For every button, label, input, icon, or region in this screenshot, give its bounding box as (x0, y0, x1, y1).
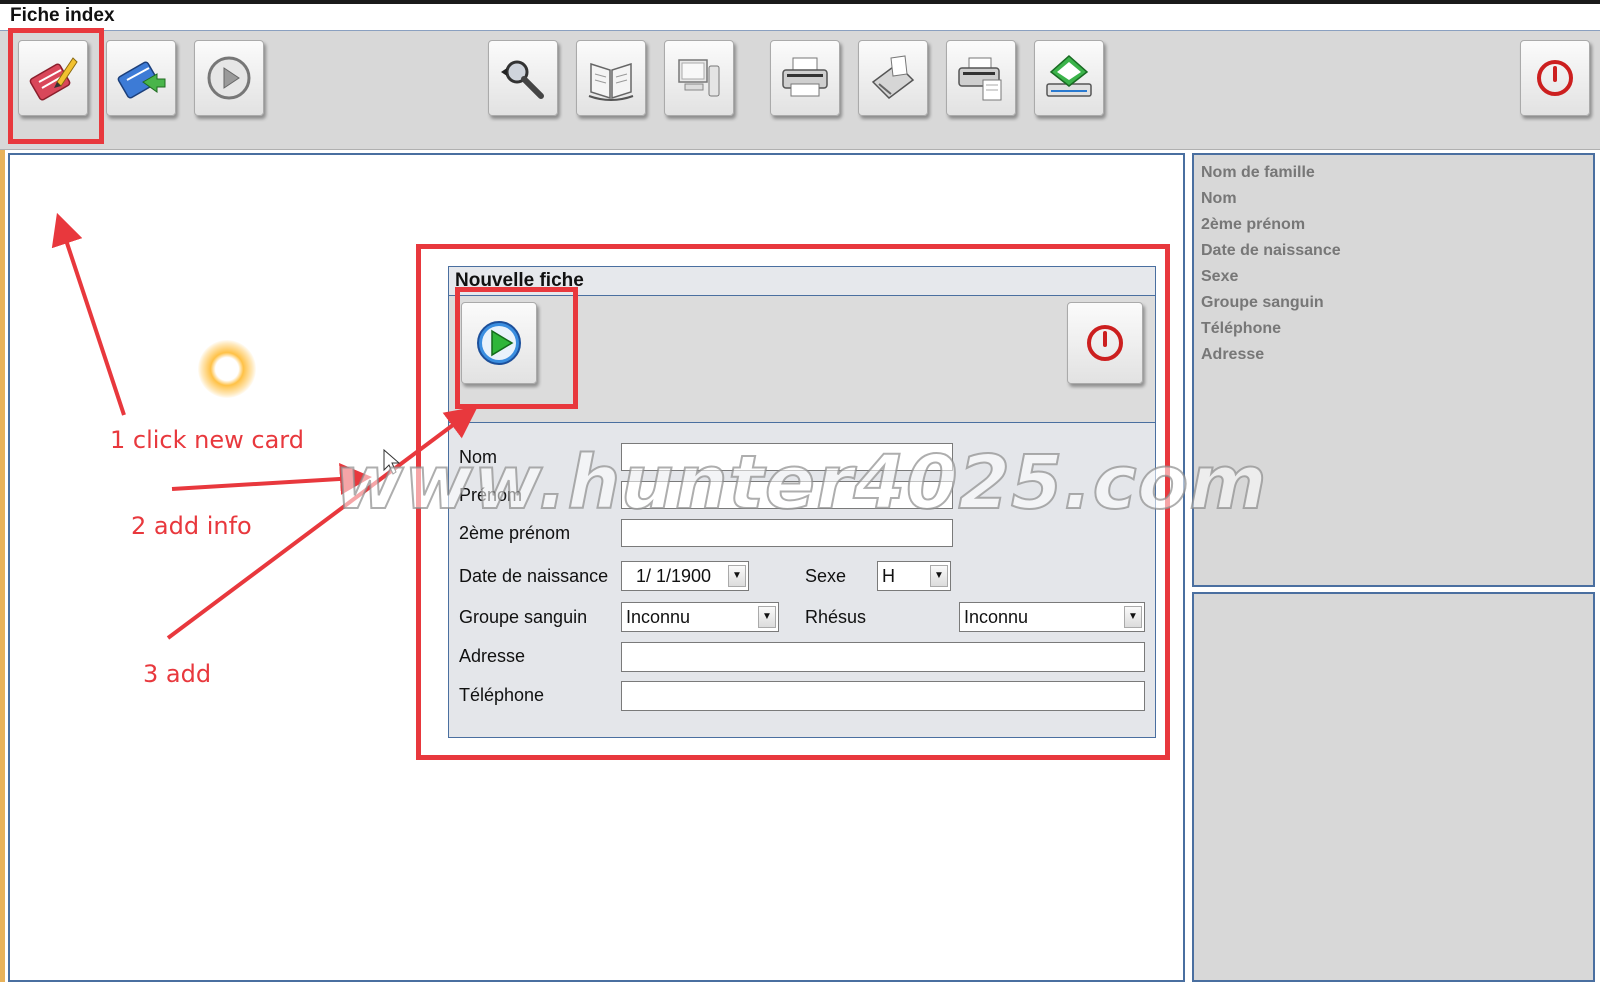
groupe-sanguin-value: Inconnu (626, 607, 691, 627)
computer-icon (678, 59, 720, 97)
date-naissance-label: Date de naissance (459, 566, 609, 586)
field-label-sexe: Sexe (1201, 268, 1239, 285)
top-edge (0, 0, 1600, 4)
book-button[interactable] (576, 40, 646, 116)
play-grey-icon (207, 56, 251, 100)
close-dialog-button[interactable] (1067, 302, 1143, 384)
search-button[interactable] (488, 40, 558, 116)
chevron-down-icon[interactable]: ▼ (1124, 606, 1142, 628)
nom-label: Nom (459, 447, 498, 467)
new-card-form: Nom Prénom 2ème prénom Date de naissance… (449, 423, 1155, 737)
field-label-adresse: Adresse (1201, 346, 1265, 363)
field-label-groupe-sanguin: Groupe sanguin (1201, 294, 1324, 311)
deuxieme-prenom-input[interactable] (621, 519, 953, 547)
scanner-icon (1046, 54, 1092, 97)
date-naissance-value: 1/ 1/1900 (636, 566, 712, 586)
prenom-label: Prénom (459, 485, 523, 505)
telephone-label: Téléphone (459, 685, 545, 705)
chevron-down-icon[interactable]: ▼ (930, 565, 948, 587)
power-button[interactable] (1520, 40, 1590, 116)
annotation-step-3: 3 add (143, 660, 212, 688)
chevron-down-icon[interactable]: ▼ (758, 606, 776, 628)
annotation-step-2: 2 add info (131, 512, 252, 540)
adresse-label: Adresse (459, 646, 526, 666)
rhesus-select[interactable]: Inconnu ▼ (959, 602, 1145, 632)
dialog-title: Nouvelle fiche (449, 267, 1155, 296)
sexe-value: H (882, 566, 895, 586)
power-icon (1537, 60, 1573, 96)
sexe-select[interactable]: H ▼ (877, 561, 951, 591)
chevron-down-icon[interactable]: ▼ (728, 565, 746, 587)
pencil-card-icon (29, 57, 78, 101)
date-naissance-picker[interactable]: 1/ 1/1900 ▼ (621, 561, 749, 591)
annotation-step-1: 1 click new card (110, 426, 304, 454)
printer-icon (782, 57, 828, 97)
magnifier-icon (501, 60, 544, 99)
groupe-sanguin-select[interactable]: Inconnu ▼ (621, 602, 779, 632)
nom-input[interactable] (621, 443, 953, 471)
detail-panel (1192, 592, 1595, 982)
adresse-input[interactable] (621, 642, 1145, 672)
dialog-toolbar (449, 296, 1155, 423)
telephone-input[interactable] (621, 681, 1145, 711)
prenom-input[interactable] (621, 481, 953, 509)
field-list-panel: Nom de famille Nom 2ème prénom Date de n… (1192, 153, 1595, 587)
fax-icon (871, 55, 915, 99)
card-arrow-icon (117, 61, 166, 99)
edit-card-button[interactable] (106, 40, 176, 116)
rhesus-value: Inconnu (964, 607, 1029, 627)
print-preview-button[interactable] (946, 40, 1016, 116)
open-book-icon (588, 62, 634, 101)
scanner-button[interactable] (1034, 40, 1104, 116)
play-button[interactable] (194, 40, 264, 116)
field-label-deuxieme-prenom: 2ème prénom (1201, 216, 1306, 233)
new-card-dialog: Nouvelle fiche Nom Prénom 2ème prénom Da… (448, 266, 1156, 738)
sexe-label: Sexe (805, 566, 847, 586)
new-card-button[interactable] (18, 40, 88, 116)
window-title: Fiche index (10, 5, 115, 26)
field-label-telephone: Téléphone (1201, 320, 1282, 337)
computer-button[interactable] (664, 40, 734, 116)
cursor-highlight (198, 340, 256, 398)
print-button[interactable] (770, 40, 840, 116)
fax-button[interactable] (858, 40, 928, 116)
play-green-icon (477, 321, 521, 365)
field-label-nom: Nom (1201, 190, 1237, 207)
field-label-date-naissance: Date de naissance (1201, 242, 1341, 259)
rhesus-label: Rhésus (805, 607, 867, 627)
add-record-button[interactable] (461, 302, 537, 384)
power-icon (1087, 325, 1123, 361)
deuxieme-prenom-label: 2ème prénom (459, 523, 571, 543)
left-accent-bar (0, 150, 5, 982)
groupe-sanguin-label: Groupe sanguin (459, 607, 588, 627)
print-preview-icon (958, 57, 1002, 101)
field-label-nom-de-famille: Nom de famille (1201, 164, 1315, 181)
